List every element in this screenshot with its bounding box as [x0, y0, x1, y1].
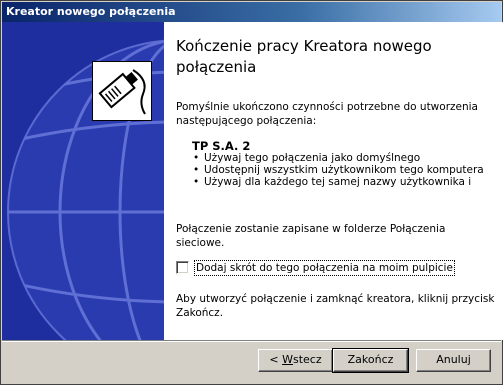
list-item: Używaj tego połączenia jako domyślnego [192, 152, 492, 164]
connection-name: TP S.A. 2 [192, 139, 251, 153]
finish-button[interactable]: Zakończ [332, 348, 409, 373]
divider-highlight [2, 341, 501, 342]
shortcut-checkbox[interactable] [176, 261, 189, 274]
wizard-side-panel [2, 22, 164, 340]
wizard-window: Kreator nowego połączenia Kończenie prac… [0, 0, 503, 385]
list-item: Używaj dla każdego tej samej nazwy użytk… [192, 176, 492, 188]
logo-frame [92, 61, 152, 121]
network-cable-icon [98, 67, 148, 116]
wizard-content: Kończenie pracy Kreatora nowego połączen… [164, 22, 503, 340]
back-button-accelerator: W [282, 353, 293, 366]
connection-options-list: Używaj tego połączenia jako domyślnego U… [192, 152, 492, 188]
back-button-label: stecz [292, 353, 322, 366]
intro-text: Pomyślnie ukończono czynności potrzebne … [176, 101, 478, 127]
shortcut-checkbox-label[interactable]: Dodaj skrót do tego połączenia na moim p… [194, 260, 455, 276]
page-title: Kończenie pracy Kreatora nowego połączen… [176, 37, 432, 76]
list-item: Udostępnij wszystkim użytkownikom tego k… [192, 164, 492, 176]
finish-instruction-text: Aby utworzyć połączenie i zamknąć kreato… [176, 293, 495, 319]
back-button-prefix: < [269, 353, 283, 366]
back-button[interactable]: < Wstecz [258, 349, 333, 372]
title-bar[interactable]: Kreator nowego połączenia [2, 2, 501, 22]
cancel-button[interactable]: Anuluj [416, 349, 491, 372]
window-title: Kreator nowego połączenia [6, 5, 176, 18]
save-location-text: Połączenie zostanie zapisane w folderze … [176, 223, 446, 249]
